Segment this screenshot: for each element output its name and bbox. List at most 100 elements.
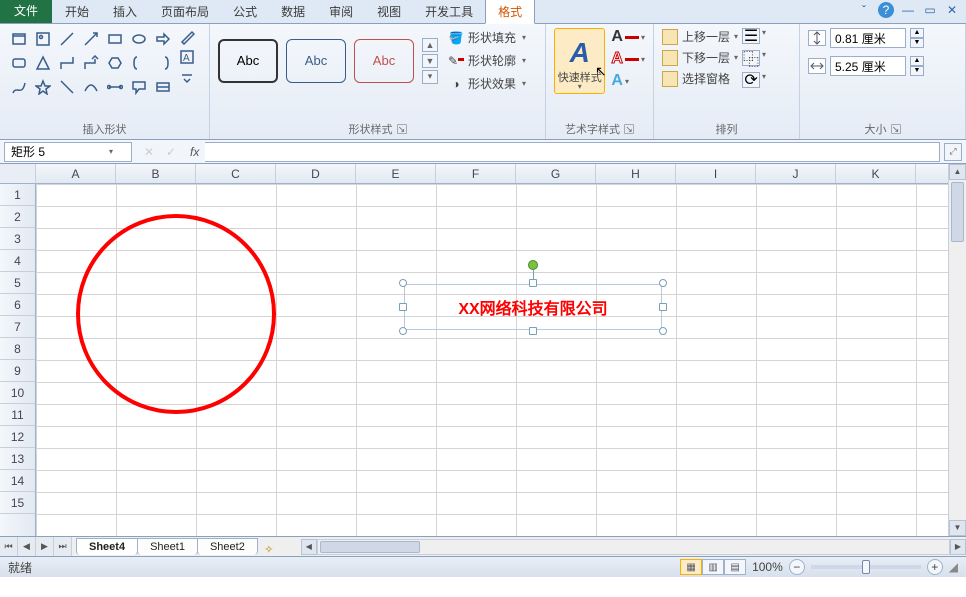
name-box-dropdown[interactable]: ▾ xyxy=(105,147,117,156)
col-header[interactable]: K xyxy=(836,164,916,183)
shape-circle[interactable] xyxy=(76,214,276,414)
formula-input[interactable] xyxy=(205,142,940,162)
shape-style-more[interactable]: ▾ xyxy=(422,70,438,84)
vertical-scrollbar[interactable]: ▲ ▼ xyxy=(948,164,966,536)
resize-handle-e[interactable] xyxy=(659,303,667,311)
text-fill-dropdown[interactable]: A▾ xyxy=(611,28,645,46)
zoom-in-button[interactable]: + xyxy=(927,559,943,575)
hscroll-thumb[interactable] xyxy=(320,541,420,553)
resize-handle-ne[interactable] xyxy=(659,279,667,287)
sheet-nav-last[interactable]: ⏭ xyxy=(54,537,72,556)
shape-roundrect-icon[interactable] xyxy=(8,52,30,74)
col-header[interactable]: E xyxy=(356,164,436,183)
window-close-icon[interactable]: ✕ xyxy=(944,2,960,18)
shape-triangle-icon[interactable] xyxy=(32,52,54,74)
tab-page-layout[interactable]: 页面布局 xyxy=(149,0,221,23)
height-input[interactable] xyxy=(830,28,906,48)
shape-fill-dropdown[interactable]: 🪣形状填充▾ xyxy=(446,28,528,47)
col-header[interactable]: C xyxy=(196,164,276,183)
zoom-level[interactable]: 100% xyxy=(752,560,783,574)
resize-handle-nw[interactable] xyxy=(399,279,407,287)
resize-handle-w[interactable] xyxy=(399,303,407,311)
sheet-nav-next[interactable]: ▶ xyxy=(36,537,54,556)
selection-pane-button[interactable]: 选择窗格 xyxy=(662,70,738,87)
sheet-nav-first[interactable]: ⏮ xyxy=(0,537,18,556)
row-header[interactable]: 6 xyxy=(0,294,35,316)
align-dropdown[interactable]: ☰ xyxy=(742,28,760,44)
row-header[interactable]: 2 xyxy=(0,206,35,228)
horizontal-scrollbar[interactable]: ◀ ▶ xyxy=(301,537,966,556)
view-normal-button[interactable]: ▦ xyxy=(680,559,702,575)
shape-action-icon[interactable] xyxy=(152,76,174,98)
height-spin-up[interactable]: ▲ xyxy=(910,28,924,38)
tab-developer[interactable]: 开发工具 xyxy=(413,0,485,23)
col-header[interactable]: I xyxy=(676,164,756,183)
shape-line2-icon[interactable] xyxy=(56,76,78,98)
size-dialog[interactable]: ↘ xyxy=(891,124,901,134)
sheet-add-button[interactable]: ✧ xyxy=(257,543,281,556)
tab-view[interactable]: 视图 xyxy=(365,0,413,23)
resize-handle-n[interactable] xyxy=(529,279,537,287)
shape-brace-icon[interactable] xyxy=(128,52,150,74)
shape-callout-icon[interactable] xyxy=(128,76,150,98)
tab-format[interactable]: 格式 xyxy=(485,0,535,24)
row-header[interactable]: 8 xyxy=(0,338,35,360)
col-header[interactable]: F xyxy=(436,164,516,183)
shape-freeform-icon[interactable] xyxy=(8,76,30,98)
edit-shape-icon[interactable] xyxy=(178,28,196,46)
name-box[interactable]: ▾ xyxy=(4,142,132,162)
row-header[interactable]: 5 xyxy=(0,272,35,294)
row-header[interactable]: 14 xyxy=(0,470,35,492)
row-header[interactable]: 3 xyxy=(0,228,35,250)
row-header[interactable]: 9 xyxy=(0,360,35,382)
fx-confirm-icon[interactable]: ✓ xyxy=(162,145,180,159)
tab-file[interactable]: 文件 xyxy=(0,0,52,23)
text-effects-dropdown[interactable]: A▾ xyxy=(611,72,645,90)
resize-handle-sw[interactable] xyxy=(399,327,407,335)
wordart-quick-styles[interactable]: A 快速样式 ▾ ↖ xyxy=(554,28,605,94)
shape-elbow-arrow-icon[interactable] xyxy=(80,52,102,74)
row-header[interactable]: 1 xyxy=(0,184,35,206)
tab-data[interactable]: 数据 xyxy=(269,0,317,23)
row-header[interactable]: 11 xyxy=(0,404,35,426)
window-restore-icon[interactable]: ▭ xyxy=(922,2,938,18)
shape-effects-dropdown[interactable]: ◑形状效果▾ xyxy=(446,74,528,93)
row-header[interactable]: 10 xyxy=(0,382,35,404)
col-header[interactable]: A xyxy=(36,164,116,183)
scroll-down-button[interactable]: ▼ xyxy=(949,520,966,536)
resize-handle-s[interactable] xyxy=(529,327,537,335)
shape-brace2-icon[interactable] xyxy=(152,52,174,74)
height-spin-down[interactable]: ▼ xyxy=(910,38,924,48)
help-icon[interactable]: ? xyxy=(878,2,894,18)
name-box-input[interactable] xyxy=(5,145,105,159)
group-dropdown[interactable]: ⿻ xyxy=(742,50,760,66)
sheet-nav-prev[interactable]: ◀ xyxy=(18,537,36,556)
rotate-handle[interactable] xyxy=(528,260,538,270)
send-backward-button[interactable]: 下移一层▾ xyxy=(662,49,738,66)
shape-textbox-selected[interactable]: XX网络科技有限公司 xyxy=(404,284,662,330)
row-header[interactable]: 12 xyxy=(0,426,35,448)
row-header[interactable]: 4 xyxy=(0,250,35,272)
shape-style-preset-2[interactable]: Abc xyxy=(286,39,346,83)
cell-grid[interactable]: XX网络科技有限公司 xyxy=(36,184,948,536)
shape-arrow-block-icon[interactable] xyxy=(152,28,174,50)
wordart-dialog[interactable]: ↘ xyxy=(624,124,634,134)
zoom-slider-knob[interactable] xyxy=(862,560,870,574)
col-header[interactable]: H xyxy=(596,164,676,183)
shape-textbox2-icon[interactable]: A xyxy=(178,48,196,66)
shape-oval-icon[interactable] xyxy=(128,28,150,50)
width-input[interactable] xyxy=(830,56,906,76)
shape-rect-icon[interactable] xyxy=(104,28,126,50)
shape-style-preset-3[interactable]: Abc xyxy=(354,39,414,83)
formula-expand[interactable]: ⤢ xyxy=(944,143,962,161)
fx-icon[interactable]: fx xyxy=(184,145,205,159)
col-header[interactable]: J xyxy=(756,164,836,183)
sheet-tab[interactable]: Sheet2 xyxy=(197,538,258,555)
shape-textbox-icon[interactable] xyxy=(8,28,30,50)
shape-line-icon[interactable] xyxy=(56,28,78,50)
width-spin-up[interactable]: ▲ xyxy=(910,56,924,66)
row-header[interactable]: 13 xyxy=(0,448,35,470)
tab-insert[interactable]: 插入 xyxy=(101,0,149,23)
shape-picture-icon[interactable] xyxy=(32,28,54,50)
view-page-break-button[interactable]: ▤ xyxy=(724,559,746,575)
